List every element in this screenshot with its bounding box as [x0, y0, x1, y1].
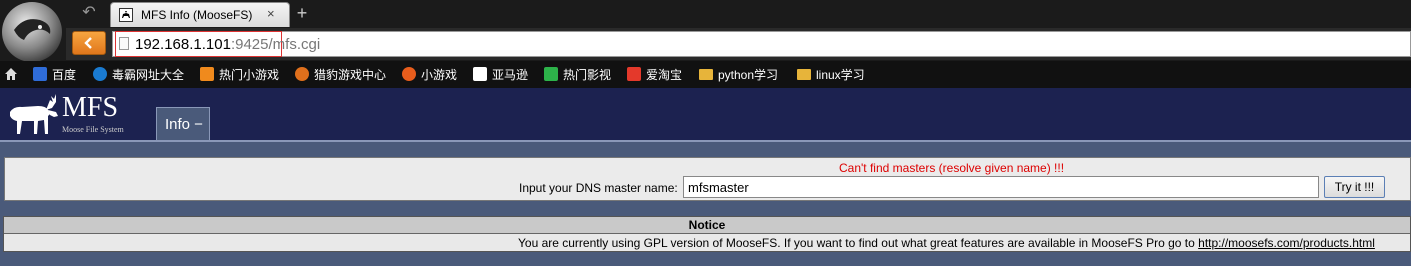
games-icon — [200, 67, 214, 81]
dns-master-box: Can't find masters (resolve given name) … — [4, 157, 1411, 201]
bookmark-label: 猎豹游戏中心 — [314, 68, 387, 82]
amazon-icon — [473, 67, 487, 81]
browser-tab[interactable]: MFS Info (MooseFS) × — [110, 2, 290, 27]
address-bar[interactable]: 192.168.1.101:9425/mfs.cgi — [112, 31, 1411, 57]
mini-games-icon — [402, 67, 416, 81]
tab-close-icon[interactable]: × — [267, 6, 275, 21]
undo-close-tab-icon[interactable]: ↶ — [78, 4, 100, 22]
try-it-button[interactable]: Try it !!! — [1324, 176, 1385, 198]
mfs-header: MFS Moose File System Info − — [0, 88, 1411, 142]
notice-message: You are currently using GPL version of M… — [518, 236, 1195, 250]
dns-master-input[interactable] — [683, 176, 1319, 198]
products-link[interactable]: http://moosefs.com/products.html — [1198, 236, 1375, 250]
tab-info-label: Info − — [165, 116, 203, 133]
bookmark-taobao[interactable]: 爱淘宝 — [627, 67, 682, 83]
dns-master-label: Input your DNS master name: — [519, 181, 678, 195]
bookmark-label: 热门小游戏 — [219, 68, 280, 82]
bookmark-label: 毒霸网址大全 — [112, 68, 185, 82]
browser-logo-icon[interactable] — [0, 0, 66, 64]
cheetah-icon — [295, 67, 309, 81]
folder-icon — [699, 69, 713, 80]
tab-info[interactable]: Info − — [156, 107, 210, 142]
bookmark-hot-video[interactable]: 热门影视 — [544, 67, 611, 83]
tab-title: MFS Info (MooseFS) — [141, 8, 253, 22]
mfs-logo-text: MFS — [62, 92, 119, 123]
mfs-logo: MFS Moose File System — [4, 88, 154, 140]
notice-text: You are currently using GPL version of M… — [518, 236, 1375, 250]
mfs-logo-subtitle: Moose File System — [62, 125, 124, 134]
back-button[interactable] — [72, 31, 106, 55]
bookmark-label: 小游戏 — [421, 68, 458, 82]
new-tab-button[interactable]: + — [293, 4, 311, 22]
bookmark-label: 爱淘宝 — [646, 68, 683, 82]
bookmark-amazon[interactable]: 亚马逊 — [473, 67, 528, 83]
url-port: :9425/ — [230, 36, 273, 53]
bookmark-folder-linux[interactable]: linux学习 — [797, 67, 865, 83]
url-path: mfs.cgi — [272, 36, 321, 53]
url-host: 192.168.1.101 — [135, 36, 231, 53]
bookmark-mini-games[interactable]: 小游戏 — [402, 67, 457, 83]
folder-icon — [797, 69, 811, 80]
bookmarks-bar: 百度 毒霸网址大全 热门小游戏 猎豹游戏中心 小游戏 亚马逊 热门影视 爱淘宝 … — [0, 61, 1411, 88]
page-icon — [119, 37, 129, 50]
baidu-icon — [33, 67, 47, 81]
moose-icon — [10, 94, 58, 134]
taobao-icon — [627, 67, 641, 81]
home-icon[interactable] — [4, 67, 18, 81]
bookmark-label: 百度 — [52, 68, 77, 82]
url-text[interactable]: 192.168.1.101:9425/mfs.cgi — [135, 36, 320, 53]
bookmark-baidu[interactable]: 百度 — [33, 67, 76, 83]
browser-chrome: ↶ MFS Info (MooseFS) × + 192.168.1.101:9… — [0, 0, 1411, 88]
duba-icon — [93, 67, 107, 81]
bookmark-label: python学习 — [718, 68, 779, 82]
bookmark-duba[interactable]: 毒霸网址大全 — [93, 67, 184, 83]
bookmark-label: 热门影视 — [563, 68, 612, 82]
bookmark-cheetah-games[interactable]: 猎豹游戏中心 — [295, 67, 386, 83]
error-message: Can't find masters (resolve given name) … — [839, 161, 1065, 175]
bookmark-label: linux学习 — [816, 68, 865, 82]
notice-box: Notice You are currently using GPL versi… — [3, 216, 1411, 252]
bookmark-folder-python[interactable]: python学习 — [699, 67, 778, 83]
page-body: Can't find masters (resolve given name) … — [0, 142, 1411, 266]
bookmark-hot-games[interactable]: 热门小游戏 — [200, 67, 279, 83]
notice-title: Notice — [4, 217, 1410, 234]
moose-favicon-icon — [119, 8, 133, 22]
video-icon — [544, 67, 558, 81]
navigation-bar: 192.168.1.101:9425/mfs.cgi — [66, 28, 1411, 60]
bookmark-label: 亚马逊 — [492, 68, 529, 82]
